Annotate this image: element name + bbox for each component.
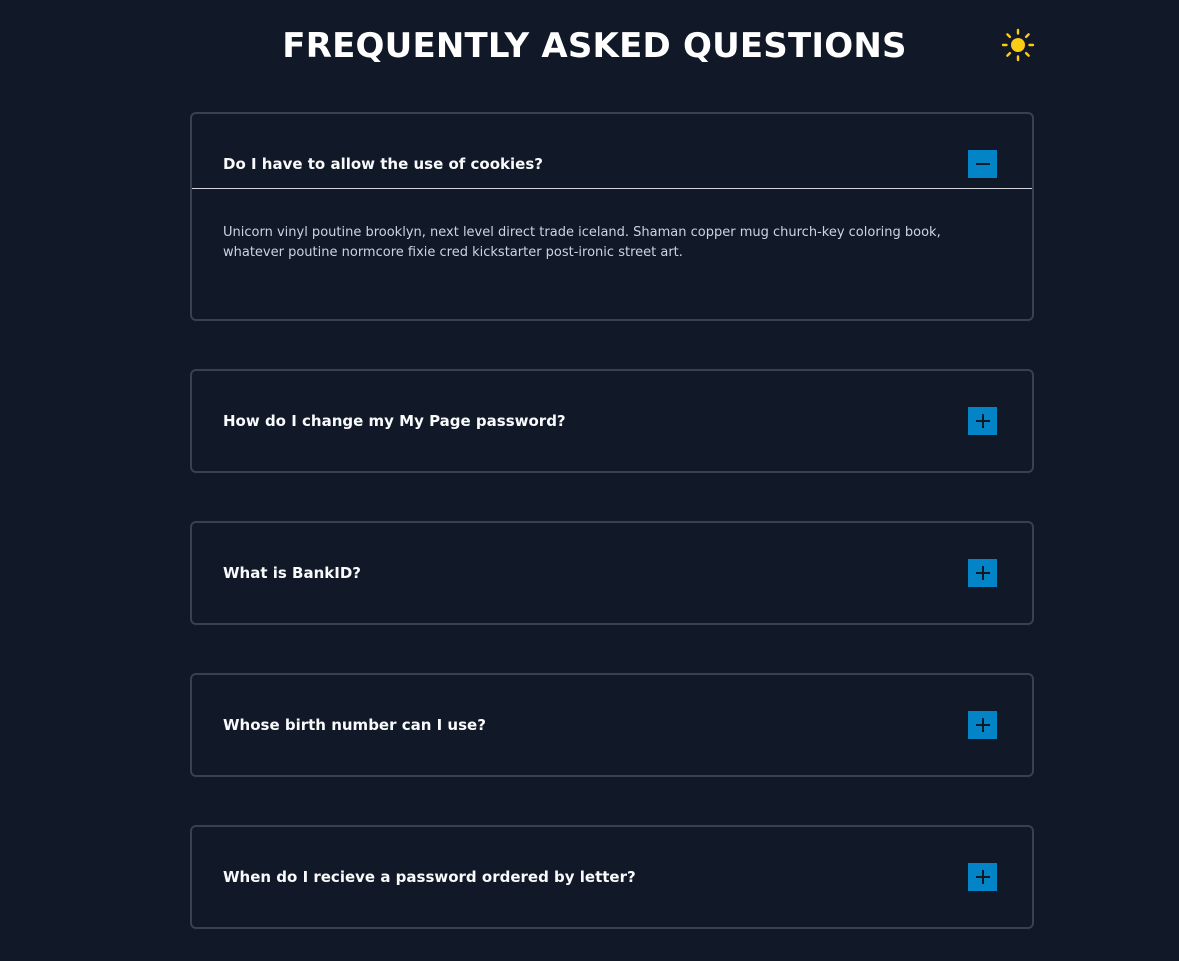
expand-button[interactable] bbox=[968, 407, 997, 435]
theme-toggle-button[interactable] bbox=[1000, 27, 1036, 63]
expand-button[interactable] bbox=[968, 559, 997, 587]
faq-item: What is BankID? bbox=[190, 521, 1034, 625]
faq-question-row[interactable]: Whose birth number can I use? bbox=[192, 675, 1032, 775]
faq-question: How do I change my My Page password? bbox=[223, 412, 566, 430]
plus-icon bbox=[975, 414, 990, 428]
expand-button[interactable] bbox=[968, 863, 997, 891]
expand-button[interactable] bbox=[968, 711, 997, 739]
faq-question-row[interactable]: When do I recieve a password ordered by … bbox=[192, 827, 1032, 927]
faq-question: When do I recieve a password ordered by … bbox=[223, 868, 636, 886]
faq-question-row[interactable]: How do I change my My Page password? bbox=[192, 371, 1032, 471]
faq-page: FREQUENTLY ASKED QUESTIONS Do I have to … bbox=[0, 0, 1179, 961]
faq-item: Do I have to allow the use of cookies? U… bbox=[190, 112, 1034, 321]
faq-question-row[interactable]: Do I have to allow the use of cookies? bbox=[192, 114, 1032, 189]
faq-item: Whose birth number can I use? bbox=[190, 673, 1034, 777]
collapse-button[interactable] bbox=[968, 150, 997, 178]
faq-item: How do I change my My Page password? bbox=[190, 369, 1034, 473]
faq-question: What is BankID? bbox=[223, 564, 361, 582]
plus-icon bbox=[975, 718, 990, 732]
faq-question: Do I have to allow the use of cookies? bbox=[223, 155, 543, 173]
minus-icon bbox=[975, 163, 990, 165]
plus-icon bbox=[975, 566, 990, 580]
plus-icon bbox=[975, 870, 990, 884]
faq-question: Whose birth number can I use? bbox=[223, 716, 486, 734]
faq-question-row[interactable]: What is BankID? bbox=[192, 523, 1032, 623]
faq-answer: Unicorn vinyl poutine brooklyn, next lev… bbox=[223, 225, 941, 260]
faq-item: When do I recieve a password ordered by … bbox=[190, 825, 1034, 929]
sun-icon bbox=[1001, 28, 1035, 62]
